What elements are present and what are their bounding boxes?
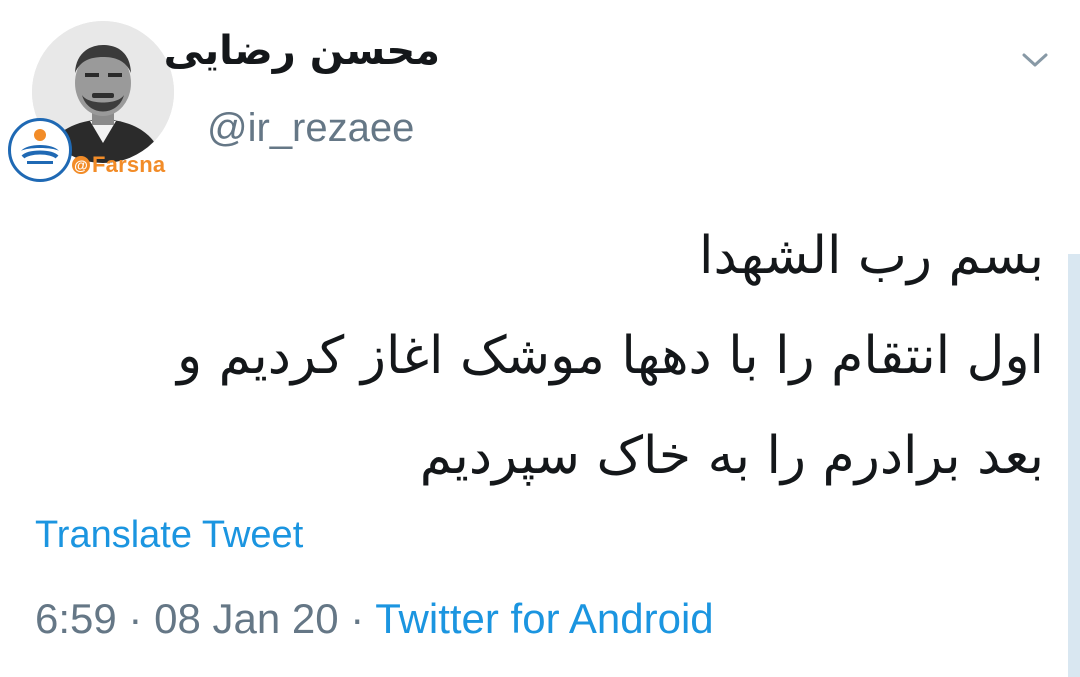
meta-separator: · <box>350 595 365 642</box>
tweet-time[interactable]: 6:59 <box>35 595 117 642</box>
scroll-indicator[interactable] <box>1068 254 1080 677</box>
fars-news-logo-icon <box>8 118 72 182</box>
farsna-watermark: @ Farsna <box>8 118 188 184</box>
display-name[interactable]: محسن رضایی <box>164 28 440 74</box>
farsna-brand: Farsna <box>92 152 166 177</box>
meta-separator: · <box>128 595 143 642</box>
tweet-source-link[interactable]: Twitter for Android <box>375 595 713 642</box>
farsna-label: @ Farsna <box>72 152 165 178</box>
chevron-down-icon <box>1022 53 1048 67</box>
tweet-menu-button[interactable] <box>1020 50 1050 70</box>
tweet-text: بسم رب الشهدا اول انتقام را با دهها موشک… <box>44 206 1044 506</box>
tweet-line: بسم رب الشهدا <box>699 226 1044 286</box>
at-sign: @ <box>72 156 90 174</box>
translate-tweet-link[interactable]: Translate Tweet <box>35 514 303 557</box>
tweet-date[interactable]: 08 Jan 20 <box>154 595 339 642</box>
tweet-line: بعد برادرم را به خاک سپردیم <box>419 426 1044 486</box>
user-handle[interactable]: @ir_rezaee <box>207 106 414 151</box>
tweet-line: اول انتقام را با دهها موشک اغاز کردیم و <box>176 326 1044 386</box>
tweet-meta: 6:59 · 08 Jan 20 · Twitter for Android <box>35 595 714 643</box>
